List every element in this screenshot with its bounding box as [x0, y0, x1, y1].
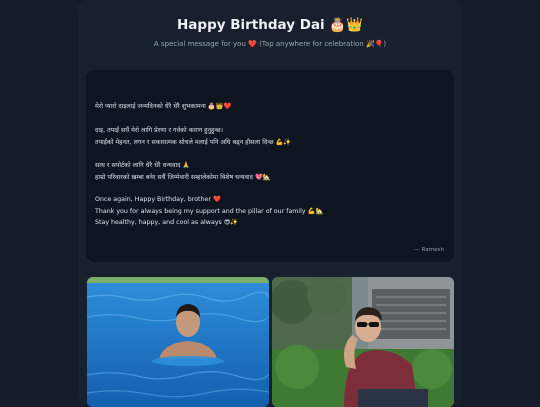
message-line: हाम्रो परिवारको खम्बा बनेर सधैं जिम्मेवा…	[95, 174, 271, 181]
photo-pool[interactable]	[87, 277, 269, 407]
message-line: साथ र सपोर्टको लागि धेरै धेरै धन्यवाद 🙏	[95, 162, 191, 169]
outdoor-photo-illustration	[272, 277, 454, 407]
message-line: Once again, Happy Birthday, brother ❤️	[95, 196, 221, 203]
message-line: Thank you for always being my support an…	[95, 208, 324, 215]
message-line: मेरो प्यारो दाइलाई जन्मदिनको धेरै धेरै श…	[95, 103, 232, 110]
photo-outdoor[interactable]	[272, 277, 454, 407]
page-title: Happy Birthday Dai 🎂👑	[177, 17, 363, 33]
pool-photo-illustration	[87, 277, 269, 407]
message-line: तपाईंको मेहनत, लगन र सकारात्मक सोचले मला…	[95, 139, 292, 146]
message-line: Stay healthy, happy, and cool as always …	[95, 219, 239, 226]
page-subtitle[interactable]: A special message for you ❤️ (Tap anywhe…	[0, 40, 540, 48]
message-card: मेरो प्यारो दाइलाई जन्मदिनको धेरै धेरै श…	[86, 70, 454, 262]
message-line: दाइ, तपाईं सधैं मेरो लागि प्रेरणा र गर्व…	[95, 127, 223, 134]
signature: — Ramesh	[414, 247, 444, 253]
